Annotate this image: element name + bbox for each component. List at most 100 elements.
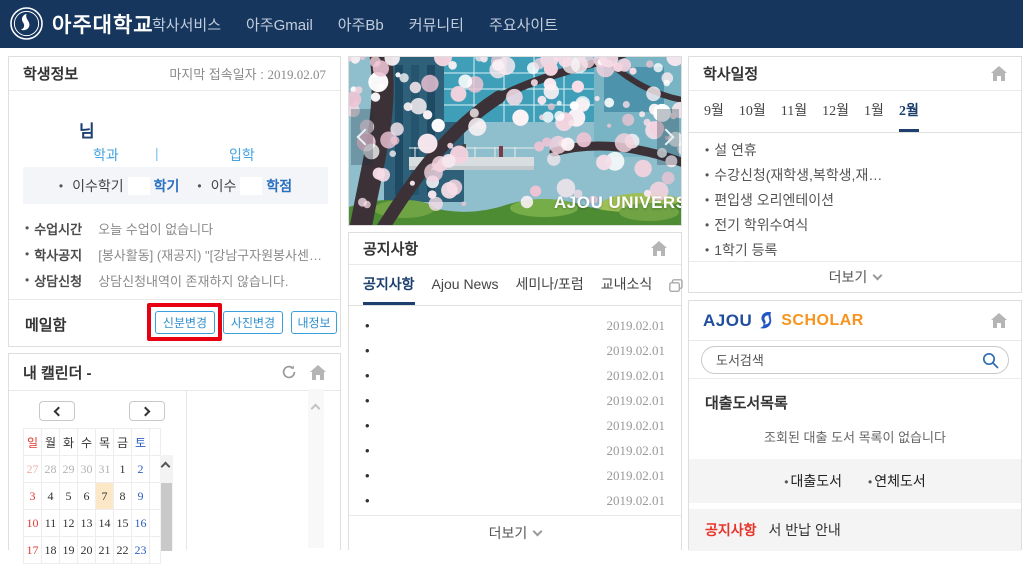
home-icon[interactable] bbox=[991, 66, 1007, 81]
month-tab-12월[interactable]: 12월 bbox=[822, 91, 849, 132]
month-tab-1월[interactable]: 1월 bbox=[864, 91, 884, 132]
carousel-next-button[interactable] bbox=[657, 109, 679, 165]
calendar-prev-button[interactable] bbox=[39, 401, 75, 421]
calendar-day[interactable]: 16 bbox=[132, 510, 150, 537]
calendar-day[interactable]: 13 bbox=[78, 510, 96, 537]
month-tab-10월[interactable]: 10월 bbox=[739, 91, 766, 132]
tab-campus-news[interactable]: 교내소식 bbox=[601, 265, 653, 305]
nav-ajou-bb[interactable]: 아주Bb bbox=[338, 14, 384, 35]
open-window-icon[interactable] bbox=[669, 265, 683, 305]
calendar-day[interactable]: 23 bbox=[132, 537, 150, 564]
tab-notice[interactable]: 공지사항 bbox=[363, 265, 415, 305]
calendar-day[interactable]: 4 bbox=[42, 483, 60, 510]
schedule-item[interactable]: •편입생 오리엔테이션 bbox=[689, 187, 1021, 212]
notice-more-button[interactable]: 더보기 bbox=[349, 515, 681, 550]
tab-seminar-forum[interactable]: 세미나/포럼 bbox=[515, 265, 583, 305]
nav-academic-services[interactable]: 학사서비스 bbox=[152, 14, 221, 35]
chevron-left-icon bbox=[54, 406, 64, 416]
credits-label: 이수 bbox=[211, 176, 237, 196]
calendar-day[interactable]: 9 bbox=[132, 483, 150, 510]
calendar-day[interactable]: 28 bbox=[42, 456, 60, 483]
calendar-day[interactable]: 14 bbox=[96, 510, 114, 537]
calendar-day[interactable]: 2 bbox=[132, 456, 150, 483]
notice-item[interactable]: •2019.02.01 bbox=[349, 463, 681, 488]
info-row-counseling[interactable]: • 상담신청 상담신청내역이 존재하지 않습니다. bbox=[25, 269, 325, 291]
calendar-day[interactable]: 15 bbox=[114, 510, 132, 537]
calendar-day[interactable]: 1 bbox=[114, 456, 132, 483]
banner-carousel: AJOU UNIVERSITY bbox=[348, 56, 682, 226]
schedule-more-button[interactable]: 더보기 bbox=[689, 261, 1021, 292]
library-notice-row[interactable]: 공지사항 서 반납 안내 bbox=[689, 509, 1021, 551]
notice-item[interactable]: •2019.02.01 bbox=[349, 313, 681, 338]
nav-community[interactable]: 커뮤니티 bbox=[409, 14, 464, 35]
last-access-date: 2019.02.07 bbox=[268, 67, 327, 82]
credits-unit: 학점 bbox=[266, 176, 292, 196]
notice-item[interactable]: •2019.02.01 bbox=[349, 438, 681, 463]
department-label: 학과 bbox=[93, 145, 119, 165]
calendar-day[interactable]: 27 bbox=[24, 456, 42, 483]
notice-item[interactable]: •2019.02.01 bbox=[349, 413, 681, 438]
calendar-scrollbar[interactable] bbox=[160, 455, 173, 550]
nav-main-sites[interactable]: 주요사이트 bbox=[489, 14, 558, 35]
change-status-button[interactable]: 신분변경 bbox=[155, 311, 215, 334]
university-logo[interactable]: 아주대학교 bbox=[10, 7, 154, 40]
schedule-item[interactable]: •수강신청(재학생,복학생,재… bbox=[689, 162, 1021, 187]
nav-ajou-gmail[interactable]: 아주Gmail bbox=[246, 14, 313, 35]
home-icon[interactable] bbox=[991, 313, 1007, 328]
calendar-day[interactable]: 21 bbox=[96, 537, 114, 564]
refresh-icon[interactable] bbox=[281, 364, 297, 380]
calendar-day[interactable]: 8 bbox=[114, 483, 132, 510]
calendar-day[interactable]: 3 bbox=[24, 483, 42, 510]
calendar-day[interactable]: 17 bbox=[24, 537, 42, 564]
month-tab-2월[interactable]: 2월 bbox=[899, 91, 919, 132]
my-info-button[interactable]: 내정보 bbox=[291, 311, 337, 334]
calendar-day[interactable]: 30 bbox=[78, 456, 96, 483]
event-list-scrollbar[interactable] bbox=[308, 389, 324, 548]
home-icon[interactable] bbox=[651, 241, 667, 256]
search-icon[interactable] bbox=[982, 352, 999, 369]
calendar-day-header: 목 bbox=[96, 429, 114, 456]
info-row-academic-notice[interactable]: • 학사공지 [봉사활동] (재공지) "[강남구자원봉사센터]… bbox=[25, 243, 325, 265]
mailbox-label[interactable]: 메일함 bbox=[25, 314, 66, 335]
banner-caption: AJOU UNIVERSITY bbox=[554, 193, 682, 213]
calendar-day[interactable]: 12 bbox=[60, 510, 78, 537]
tab-overdue-books[interactable]: •연체도서 bbox=[868, 471, 926, 491]
notice-date: 2019.02.01 bbox=[607, 443, 666, 459]
calendar-day[interactable]: 11 bbox=[42, 510, 60, 537]
calendar-day[interactable]: 10 bbox=[24, 510, 42, 537]
tab-borrowed-books[interactable]: •대출도서 bbox=[784, 471, 842, 491]
scholar-brand-right: SCHOLAR bbox=[781, 312, 864, 330]
tab-ajou-news[interactable]: Ajou News bbox=[432, 265, 499, 305]
notice-item[interactable]: •2019.02.01 bbox=[349, 363, 681, 388]
calendar-day[interactable]: 7 bbox=[96, 483, 114, 510]
calendar-day[interactable]: 19 bbox=[60, 537, 78, 564]
notice-tab-bar: 공지사항 Ajou News 세미나/포럼 교내소식 bbox=[349, 265, 681, 306]
carousel-prev-button[interactable] bbox=[351, 109, 373, 165]
home-icon[interactable] bbox=[310, 365, 326, 380]
calendar-day[interactable]: 5 bbox=[60, 483, 78, 510]
calendar-day[interactable]: 22 bbox=[114, 537, 132, 564]
schedule-item[interactable]: •설 연휴 bbox=[689, 137, 1021, 162]
change-photo-button[interactable]: 사진변경 bbox=[223, 311, 283, 334]
ajou-scholar-logo[interactable]: AJOU SCHOLAR bbox=[703, 311, 864, 331]
info-row-class-time[interactable]: • 수업시간 오늘 수업이 없습니다 bbox=[25, 217, 325, 239]
bullet-icon: • bbox=[365, 318, 370, 333]
calendar-day[interactable]: 29 bbox=[60, 456, 78, 483]
notice-item[interactable]: •2019.02.01 bbox=[349, 388, 681, 413]
calendar-day[interactable]: 20 bbox=[78, 537, 96, 564]
scrollbar-thumb[interactable] bbox=[161, 483, 172, 551]
notice-date: 2019.02.01 bbox=[607, 418, 666, 434]
schedule-item[interactable]: •1학기 등록 bbox=[689, 237, 1021, 262]
notice-item[interactable]: •2019.02.01 bbox=[349, 488, 681, 513]
calendar-day[interactable]: 31 bbox=[96, 456, 114, 483]
calendar-next-button[interactable] bbox=[129, 401, 165, 421]
chevron-down-icon bbox=[533, 527, 543, 537]
notice-item[interactable]: •2019.02.01 bbox=[349, 338, 681, 363]
semesters-unit: 학기 bbox=[154, 176, 180, 196]
calendar-day[interactable]: 18 bbox=[42, 537, 60, 564]
month-tab-9월[interactable]: 9월 bbox=[704, 91, 724, 132]
calendar-day[interactable]: 6 bbox=[78, 483, 96, 510]
book-search-input[interactable] bbox=[701, 346, 1009, 374]
month-tab-11월[interactable]: 11월 bbox=[781, 91, 807, 132]
schedule-item[interactable]: •전기 학위수여식 bbox=[689, 212, 1021, 237]
